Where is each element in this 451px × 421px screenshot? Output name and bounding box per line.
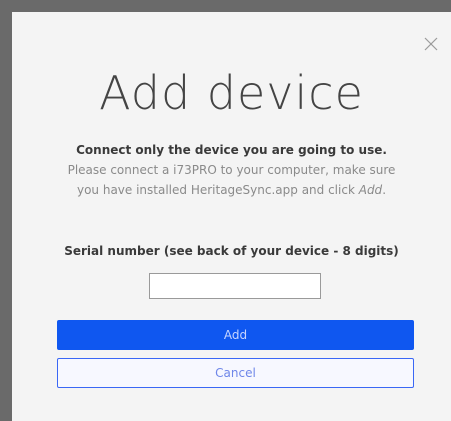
close-icon (424, 37, 438, 51)
cancel-button[interactable]: Cancel (57, 358, 414, 388)
close-button[interactable] (421, 34, 441, 54)
instruction-text: Please connect a i73PRO to your computer… (67, 163, 396, 197)
dialog-title: Add device (99, 66, 364, 120)
background-frame: Add device Connect only the device you a… (0, 0, 451, 421)
add-button[interactable]: Add (57, 320, 414, 350)
instruction-strong: Connect only the device you are going to… (76, 143, 387, 157)
instruction-add-word: Add (358, 183, 383, 197)
instruction-period: . (382, 183, 387, 197)
serial-number-label: Serial number (see back of your device -… (64, 244, 399, 258)
serial-number-input[interactable] (149, 273, 321, 299)
instructions: Connect only the device you are going to… (56, 140, 407, 200)
add-device-dialog: Add device Connect only the device you a… (12, 12, 451, 421)
